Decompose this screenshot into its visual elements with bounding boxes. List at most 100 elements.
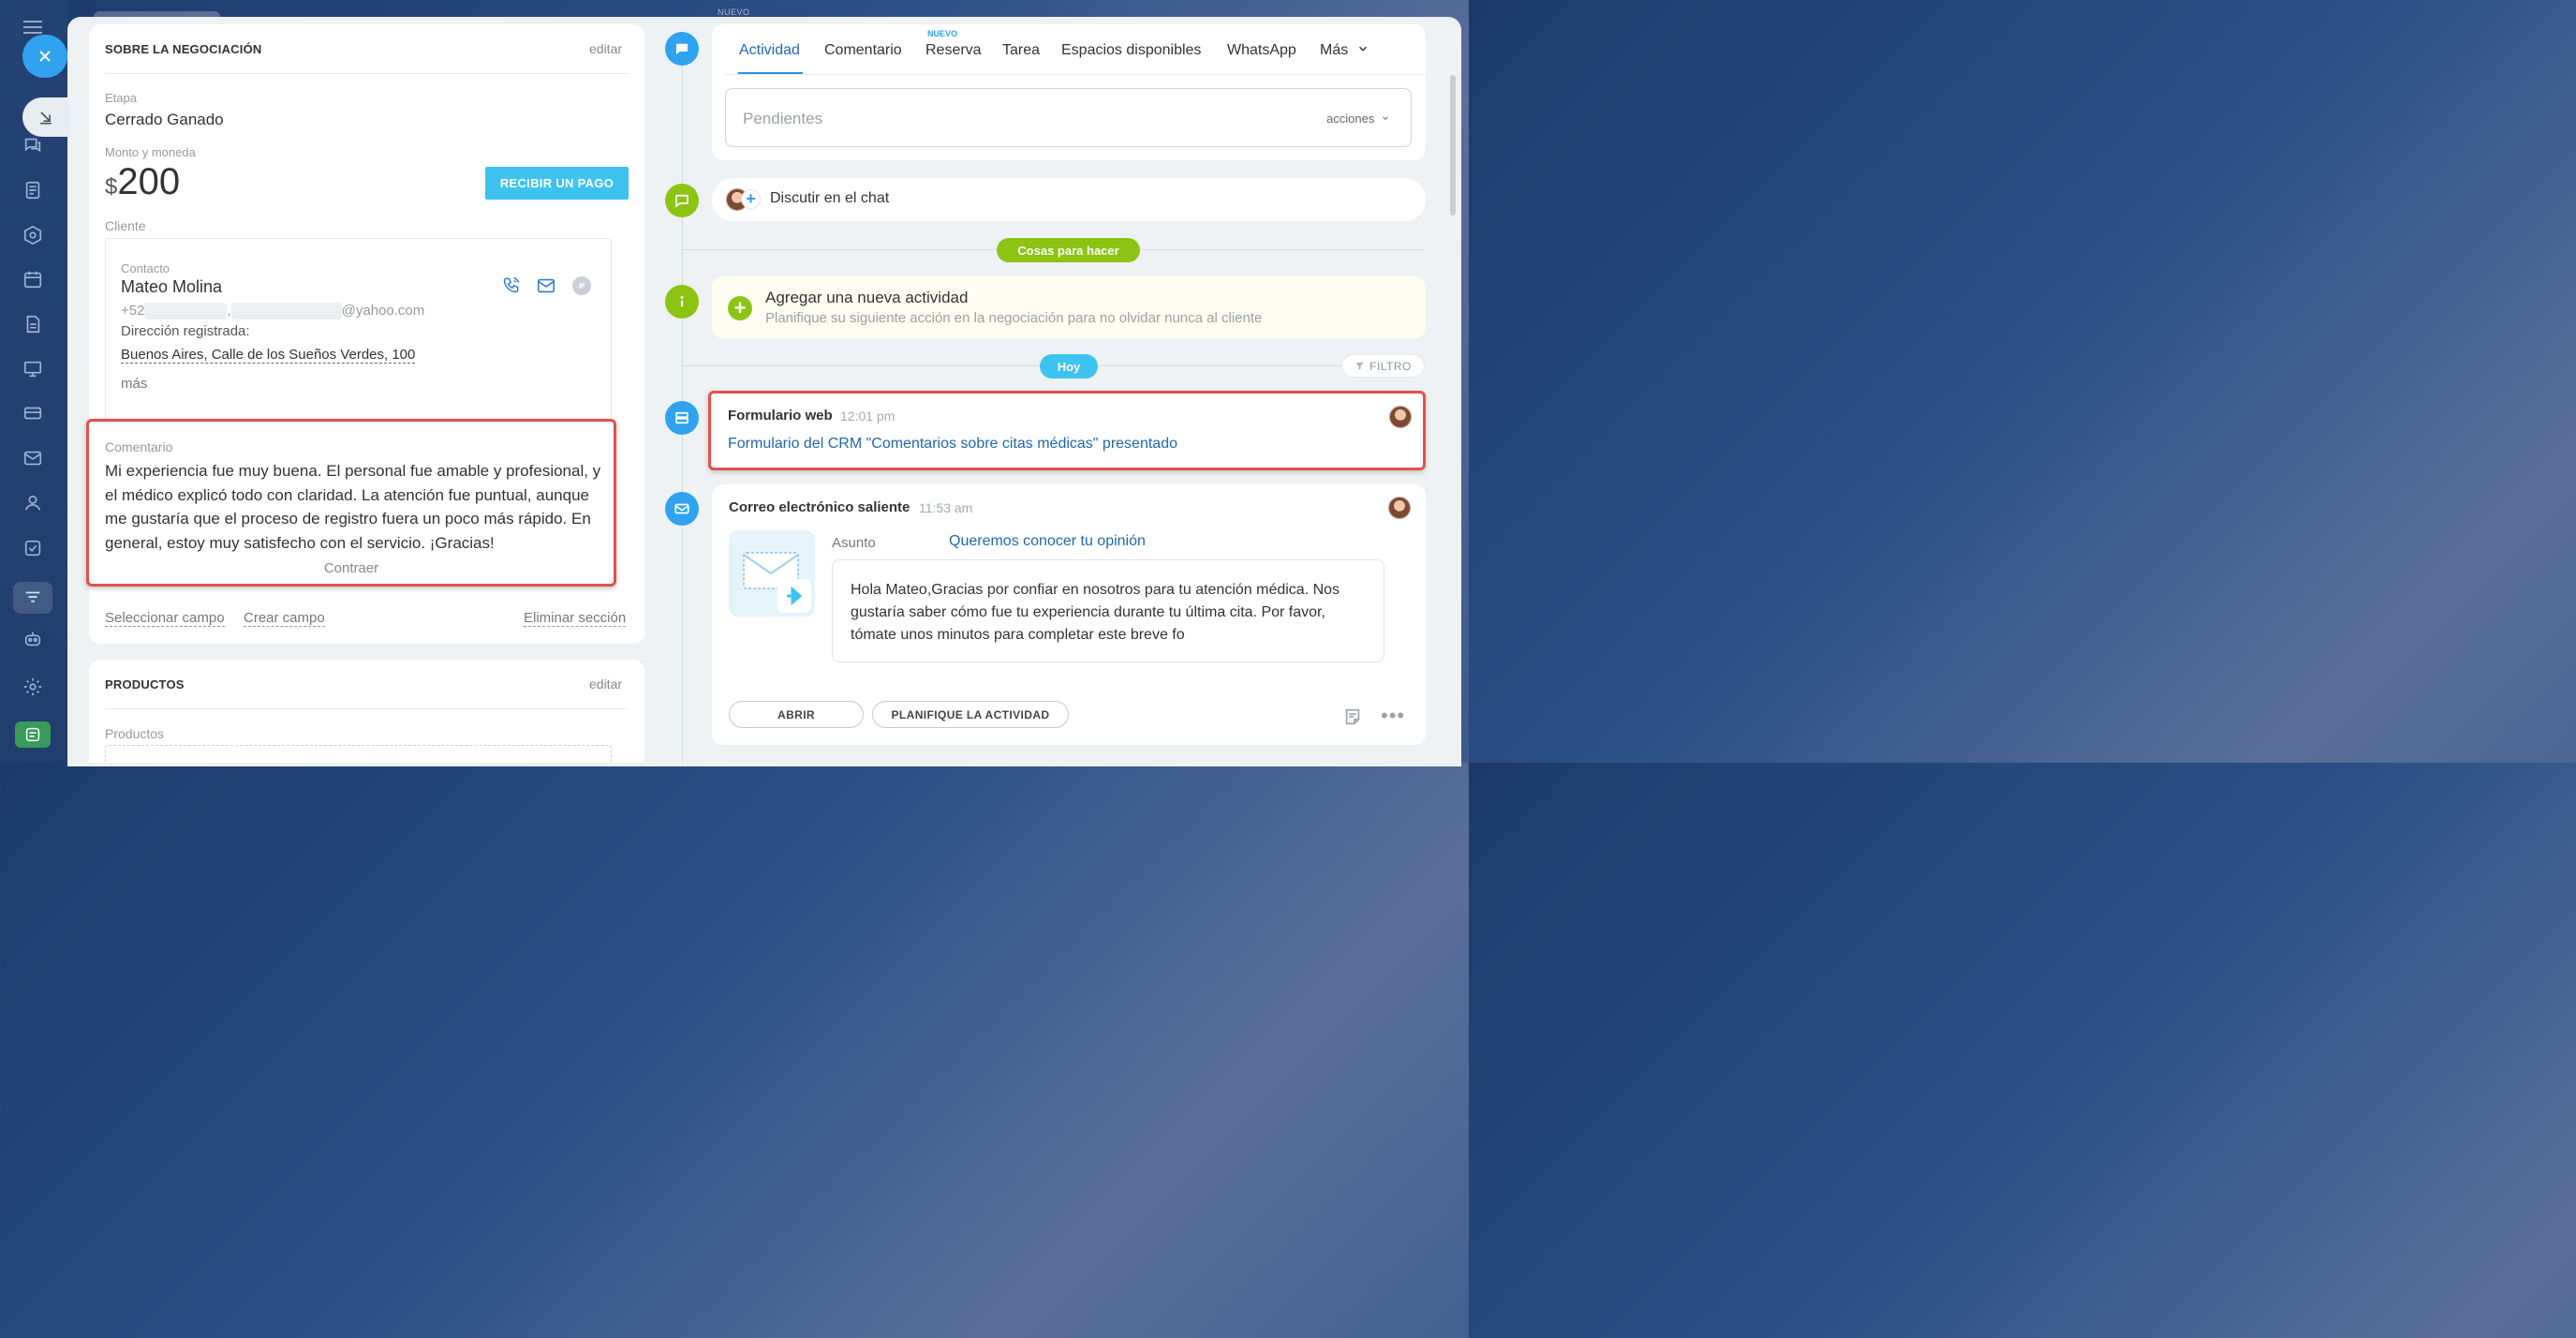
card-icon[interactable] [21,401,45,425]
pending-placeholder: Pendientes [743,110,823,127]
tab-booking[interactable]: Reserva [925,42,982,59]
contact-label: Contacto [121,261,170,275]
contact-phone-email: +52, @yahoo.com [121,303,425,320]
checkbox-icon[interactable] [21,536,45,560]
timeline-form-dot-icon [665,401,699,435]
new-activity-title[interactable]: Agregar una nueva actividad [765,289,968,307]
currency-symbol: $ [105,174,118,200]
client-label: Cliente [105,218,146,233]
email-event-title: Correo electrónico saliente [729,499,910,515]
new-badge: NUEVO [927,29,958,38]
products-label: Productos [105,726,165,741]
email-icon[interactable] [536,275,556,301]
webform-title: Formulario web [728,408,833,424]
products-edit-link[interactable]: editar [589,676,622,691]
redacted-phone [144,303,228,320]
webform-event-highlighted: Formulario web 12:01 pm Formulario del C… [708,391,1426,470]
products-drop-area[interactable] [105,745,612,763]
delete-section-link[interactable]: Eliminar sección [524,610,627,627]
receive-payment-button[interactable]: RECIBIR UN PAGO [485,167,629,200]
minimize-panel-button[interactable] [22,97,69,137]
comment-field-highlighted: Comentario Mi experiencia fue muy buena.… [86,419,616,587]
actions-dropdown[interactable]: acciones [1326,112,1390,126]
app-logo-icon[interactable] [15,721,51,748]
about-edit-link[interactable]: editar [589,41,622,56]
add-participant-icon[interactable]: + [741,189,761,209]
comment-label: Comentario [105,439,173,454]
discuss-chat-label[interactable]: Discutir en el chat [770,190,889,207]
users-icon[interactable] [21,491,45,515]
tab-activity[interactable]: Actividad [739,42,800,59]
amount-display[interactable]: $200 [105,161,180,202]
contact-name[interactable]: Mateo Molina [121,277,222,297]
chevron-down-icon [1383,116,1388,120]
tab-task[interactable]: Tarea [1002,42,1040,59]
arrow-down-right-icon [40,112,52,125]
create-field-link[interactable]: Crear campo [244,610,325,627]
more-link[interactable]: más [121,376,147,392]
tab-whatsapp[interactable]: WhatsApp [1227,42,1296,59]
phone-prefix: +52 [121,303,145,319]
filter-button[interactable]: FILTRO [1341,354,1425,378]
timeline-message-dot-icon [665,184,699,217]
timeline-info-dot-icon [665,285,699,319]
email-body-text: Hola Mateo,Gracias por confiar en nosotr… [851,582,1340,643]
add-activity-icon[interactable]: + [728,296,752,320]
mail-icon[interactable] [21,446,45,470]
email-suffix: @yahoo.com [341,303,425,319]
timeline-chat-dot-icon [665,32,699,66]
document-icon[interactable] [21,178,45,202]
plan-activity-button[interactable]: PLANIFIQUE LA ACTIVIDAD [872,701,1069,728]
address-link[interactable]: Buenos Aires, Calle de los Sueños Verdes… [121,347,416,364]
amount-label: Monto y moneda [105,145,196,159]
message-icon[interactable] [572,276,591,295]
collapse-link[interactable]: Contraer [89,560,614,576]
tabs-divider [725,74,1426,75]
close-icon [39,51,51,62]
new-activity-card[interactable] [712,276,1426,338]
today-pill: Hoy [1040,354,1098,379]
close-panel-button[interactable] [22,35,67,78]
tab-more-label: Más [1320,42,1349,58]
address-label: Dirección registrada: [121,323,250,339]
filter-label: FILTRO [1369,359,1412,373]
select-field-link[interactable]: Seleccionar campo [105,610,225,627]
more-options-icon[interactable]: ••• [1381,706,1405,726]
avatar [1388,497,1411,519]
avatar [1389,406,1412,428]
webform-link[interactable]: Formulario del CRM "Comentarios sobre ci… [728,436,1177,453]
file-icon[interactable] [21,312,45,336]
open-button[interactable]: ABRIR [729,701,864,728]
about-section-title: SOBRE LA NEGOCIACIÓN [105,42,262,56]
divider [105,73,629,74]
subject-label: Asunto [832,535,876,551]
settings-gear-icon[interactable] [21,675,45,699]
filter-icon [1355,362,1364,370]
scrollbar[interactable] [1450,75,1456,216]
calendar-icon[interactable] [21,267,45,291]
webform-time: 12:01 pm [840,409,896,424]
subject-link[interactable]: Queremos conocer tu opinión [949,533,1146,550]
note-icon[interactable] [1342,706,1363,732]
new-activity-subtitle: Planifique su siguiente acción en la neg… [765,310,1263,326]
tab-more[interactable]: Más [1320,42,1369,59]
email-event-time: 11:53 am [919,500,973,515]
email-illustration-icon [729,530,815,617]
redacted-email [230,303,342,320]
pending-input-box[interactable]: Pendientes acciones [725,88,1412,147]
stage-value[interactable]: Cerrado Ganado [105,111,224,129]
tab-comment[interactable]: Comentario [824,42,902,59]
robot-icon[interactable] [21,627,45,651]
hexagon-icon[interactable] [21,223,45,247]
email-body-preview[interactable]: Hola Mateo,Gracias por confiar en nosotr… [832,559,1384,662]
comment-text[interactable]: Mi experiencia fue muy buena. El persona… [105,459,605,556]
timeline-email-dot-icon [665,492,699,526]
presentation-icon[interactable] [21,357,45,381]
tab-available-slots[interactable]: Espacios disponibles [1061,42,1201,59]
filter-funnel-icon[interactable] [13,582,52,614]
stage-label: Etapa [105,91,137,105]
chevron-down-icon [1358,46,1367,52]
products-section-title: PRODUCTOS [105,677,185,691]
phone-icon[interactable] [502,275,521,299]
divider [105,708,629,709]
